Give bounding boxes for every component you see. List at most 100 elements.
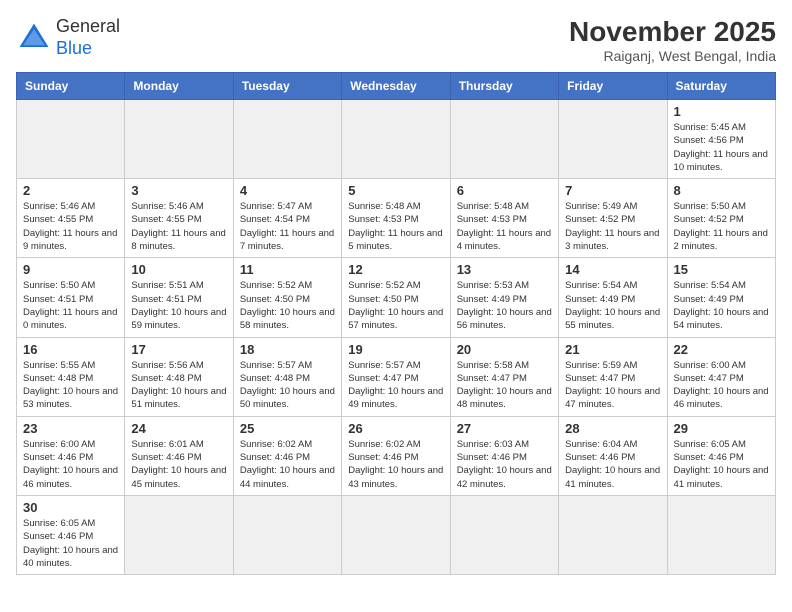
table-row: 8Sunrise: 5:50 AM Sunset: 4:52 PM Daylig… [667,179,775,258]
table-row [233,495,341,574]
table-row: 11 Sunrise: 5:52 AM Sunset: 4:50 PM Dayli… [233,258,341,337]
day-info: Sunrise: 5:51 AM Sunset: 4:51 PM Dayligh… [131,279,226,332]
table-row: 17 Sunrise: 5:56 AM Sunset: 4:48 PM Dayli… [125,337,233,416]
calendar-table: Sunday Monday Tuesday Wednesday Thursday… [16,72,776,575]
table-row: 9Sunrise: 5:50 AM Sunset: 4:51 PM Daylig… [17,258,125,337]
day-info: Sunrise: 5:47 AM Sunset: 4:54 PM Dayligh… [240,200,335,253]
table-row: 27Sunrise: 6:03 AM Sunset: 4:46 PM Dayli… [450,416,558,495]
day-number: 7 [565,183,660,198]
logo-icon [16,20,52,56]
day-info: Sunrise: 5:57 AM Sunset: 4:47 PM Dayligh… [348,359,443,412]
table-row: 23 Sunrise: 6:00 AM Sunset: 4:46 PM Dayli… [17,416,125,495]
day-number: 16 [23,342,118,357]
day-info: Sunrise: 5:48 AM Sunset: 4:53 PM Dayligh… [457,200,552,253]
day-number: 28 [565,421,660,436]
table-row [233,100,341,179]
table-row [559,100,667,179]
table-row [342,100,450,179]
day-number: 22 [674,342,769,357]
table-row: 15Sunrise: 5:54 AM Sunset: 4:49 PM Dayli… [667,258,775,337]
day-info: Sunrise: 6:03 AM Sunset: 4:46 PM Dayligh… [457,438,552,491]
day-number: 19 [348,342,443,357]
day-number: 4 [240,183,335,198]
day-number: 6 [457,183,552,198]
table-row: 29 Sunrise: 6:05 AM Sunset: 4:46 PM Dayli… [667,416,775,495]
logo-blue: Blue [56,38,92,58]
table-row: 22 Sunrise: 6:00 AM Sunset: 4:47 PM Dayli… [667,337,775,416]
day-info: Sunrise: 5:53 AM Sunset: 4:49 PM Dayligh… [457,279,552,332]
header-sunday: Sunday [17,73,125,100]
day-info: Sunrise: 5:50 AM Sunset: 4:52 PM Dayligh… [674,200,769,253]
day-number: 18 [240,342,335,357]
day-info: Sunrise: 5:45 AM Sunset: 4:56 PM Dayligh… [674,121,769,174]
day-info: Sunrise: 5:46 AM Sunset: 4:55 PM Dayligh… [23,200,118,253]
day-info: Sunrise: 5:58 AM Sunset: 4:47 PM Dayligh… [457,359,552,412]
day-info: Sunrise: 6:00 AM Sunset: 4:46 PM Dayligh… [23,438,118,491]
table-row: 26 Sunrise: 6:02 AM Sunset: 4:46 PM Dayli… [342,416,450,495]
day-info: Sunrise: 6:05 AM Sunset: 4:46 PM Dayligh… [23,517,118,570]
day-info: Sunrise: 6:02 AM Sunset: 4:46 PM Dayligh… [348,438,443,491]
day-info: Sunrise: 5:48 AM Sunset: 4:53 PM Dayligh… [348,200,443,253]
day-info: Sunrise: 6:00 AM Sunset: 4:47 PM Dayligh… [674,359,769,412]
table-row [125,100,233,179]
day-info: Sunrise: 6:05 AM Sunset: 4:46 PM Dayligh… [674,438,769,491]
day-number: 29 [674,421,769,436]
day-info: Sunrise: 5:59 AM Sunset: 4:47 PM Dayligh… [565,359,660,412]
month-year: November 2025 [569,16,776,48]
table-row [450,100,558,179]
page-header: General Blue November 2025 Raiganj, West… [16,16,776,64]
table-row [667,495,775,574]
header-monday: Monday [125,73,233,100]
header-wednesday: Wednesday [342,73,450,100]
day-info: Sunrise: 5:54 AM Sunset: 4:49 PM Dayligh… [565,279,660,332]
table-row: 2 Sunrise: 5:46 AM Sunset: 4:55 PM Daylig… [17,179,125,258]
table-row: 18 Sunrise: 5:57 AM Sunset: 4:48 PM Dayli… [233,337,341,416]
table-row: 16 Sunrise: 5:55 AM Sunset: 4:48 PM Dayli… [17,337,125,416]
day-number: 21 [565,342,660,357]
table-row: 3Sunrise: 5:46 AM Sunset: 4:55 PM Daylig… [125,179,233,258]
header-thursday: Thursday [450,73,558,100]
header-saturday: Saturday [667,73,775,100]
day-info: Sunrise: 5:49 AM Sunset: 4:52 PM Dayligh… [565,200,660,253]
day-number: 23 [23,421,118,436]
day-number: 11 [240,262,335,277]
day-number: 5 [348,183,443,198]
table-row: 28 Sunrise: 6:04 AM Sunset: 4:46 PM Dayli… [559,416,667,495]
table-row: 10 Sunrise: 5:51 AM Sunset: 4:51 PM Dayli… [125,258,233,337]
day-info: Sunrise: 6:04 AM Sunset: 4:46 PM Dayligh… [565,438,660,491]
table-row [125,495,233,574]
day-info: Sunrise: 5:54 AM Sunset: 4:49 PM Dayligh… [674,279,769,332]
day-number: 17 [131,342,226,357]
table-row [342,495,450,574]
table-row: 6 Sunrise: 5:48 AM Sunset: 4:53 PM Daylig… [450,179,558,258]
day-number: 20 [457,342,552,357]
day-number: 30 [23,500,118,515]
table-row: 25Sunrise: 6:02 AM Sunset: 4:46 PM Dayli… [233,416,341,495]
table-row [17,100,125,179]
day-info: Sunrise: 6:02 AM Sunset: 4:46 PM Dayligh… [240,438,335,491]
header-tuesday: Tuesday [233,73,341,100]
table-row: 7 Sunrise: 5:49 AM Sunset: 4:52 PM Daylig… [559,179,667,258]
table-row: 20 Sunrise: 5:58 AM Sunset: 4:47 PM Dayli… [450,337,558,416]
table-row [450,495,558,574]
table-row: 21 Sunrise: 5:59 AM Sunset: 4:47 PM Dayli… [559,337,667,416]
day-number: 12 [348,262,443,277]
table-row: 12Sunrise: 5:52 AM Sunset: 4:50 PM Dayli… [342,258,450,337]
weekday-header-row: Sunday Monday Tuesday Wednesday Thursday… [17,73,776,100]
day-number: 2 [23,183,118,198]
table-row: 1Sunrise: 5:45 AM Sunset: 4:56 PM Daylig… [667,100,775,179]
day-number: 10 [131,262,226,277]
table-row: 19 Sunrise: 5:57 AM Sunset: 4:47 PM Dayli… [342,337,450,416]
day-number: 13 [457,262,552,277]
day-info: Sunrise: 5:57 AM Sunset: 4:48 PM Dayligh… [240,359,335,412]
table-row: 30 Sunrise: 6:05 AM Sunset: 4:46 PM Dayli… [17,495,125,574]
day-info: Sunrise: 5:46 AM Sunset: 4:55 PM Dayligh… [131,200,226,253]
day-info: Sunrise: 5:55 AM Sunset: 4:48 PM Dayligh… [23,359,118,412]
day-number: 26 [348,421,443,436]
day-info: Sunrise: 5:56 AM Sunset: 4:48 PM Dayligh… [131,359,226,412]
day-info: Sunrise: 5:52 AM Sunset: 4:50 PM Dayligh… [240,279,335,332]
table-row: 24Sunrise: 6:01 AM Sunset: 4:46 PM Dayli… [125,416,233,495]
title-block: November 2025 Raiganj, West Bengal, Indi… [569,16,776,64]
table-row: 4 Sunrise: 5:47 AM Sunset: 4:54 PM Daylig… [233,179,341,258]
day-number: 14 [565,262,660,277]
